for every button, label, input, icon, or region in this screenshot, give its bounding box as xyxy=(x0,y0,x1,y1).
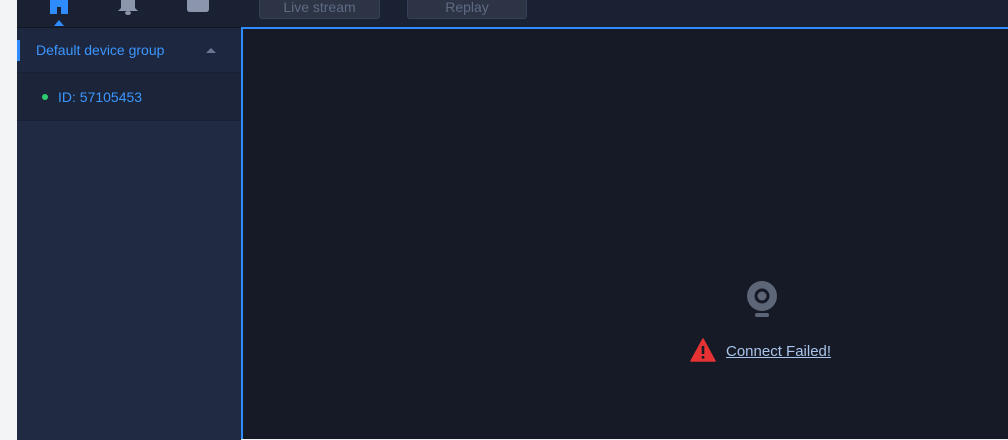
selected-marker xyxy=(17,40,20,61)
device-group-header[interactable]: Default device group xyxy=(17,28,241,73)
collapse-caret-icon[interactable] xyxy=(206,48,216,53)
replay-button[interactable]: Replay xyxy=(407,0,527,19)
device-id-label: ID: 57105453 xyxy=(58,89,143,105)
video-player-pane[interactable]: Connect Failed! xyxy=(241,27,1008,439)
device-sidebar: Default device group ID: 57105453 xyxy=(17,27,241,440)
warning-icon xyxy=(690,338,716,362)
bell-icon[interactable] xyxy=(112,0,144,27)
online-status-dot xyxy=(42,94,48,100)
active-tab-indicator xyxy=(54,20,64,26)
folder-icon[interactable] xyxy=(182,0,214,27)
app-window: Live stream Replay Default device group … xyxy=(17,0,1008,440)
live-stream-button[interactable]: Live stream xyxy=(259,0,380,19)
webcam-icon xyxy=(746,279,782,319)
top-toolbar: Live stream Replay xyxy=(17,0,1008,27)
connect-failed-link[interactable]: Connect Failed! xyxy=(726,343,831,360)
device-list-item[interactable]: ID: 57105453 xyxy=(17,73,241,121)
device-group-label: Default device group xyxy=(36,42,165,58)
